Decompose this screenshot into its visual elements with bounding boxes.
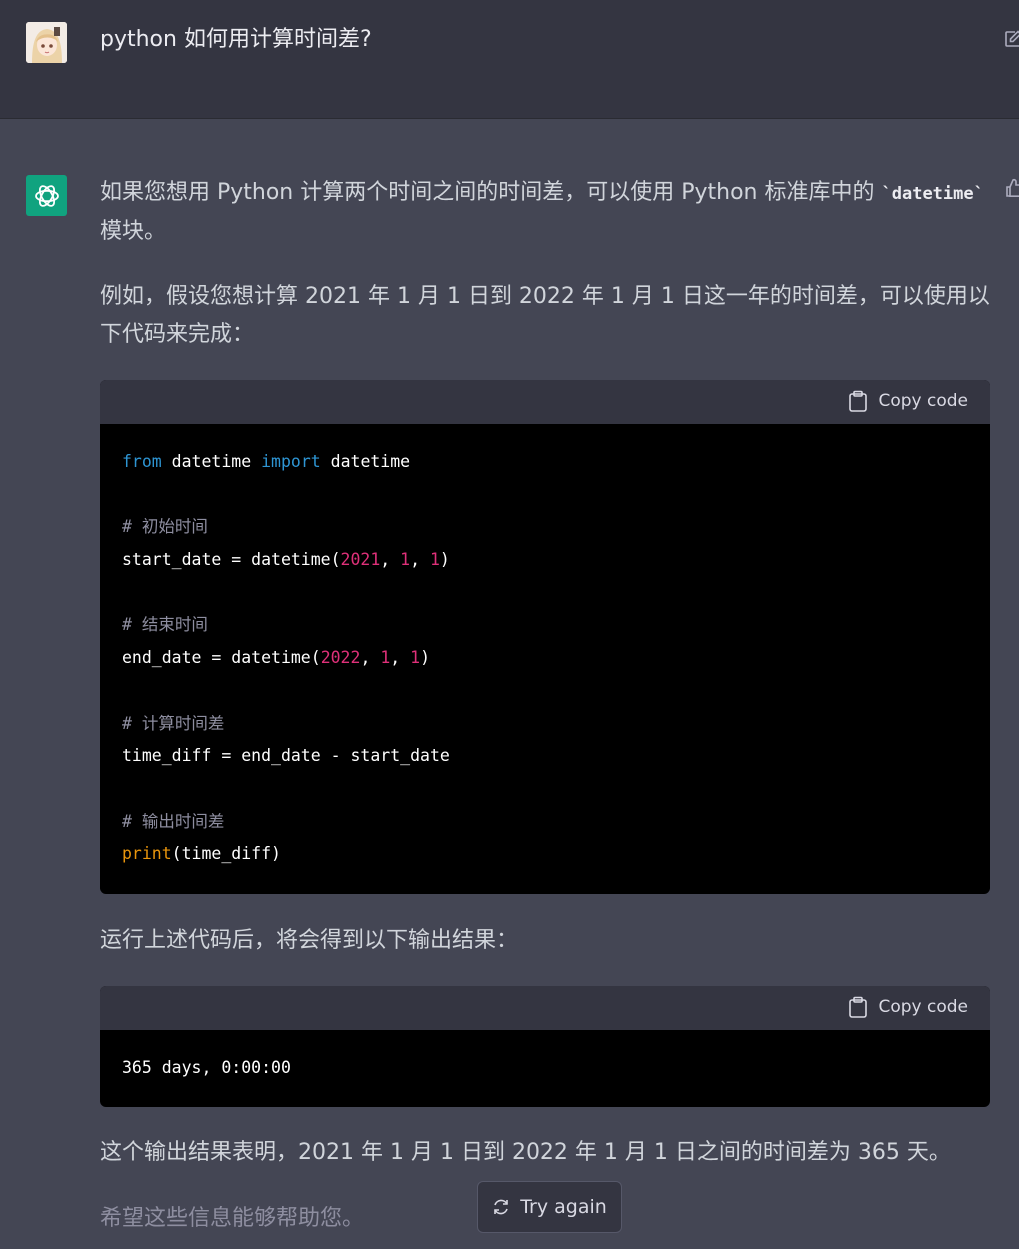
answer-output-intro: 运行上述代码后，将会得到以下输出结果： — [100, 928, 519, 953]
code-comment: # 计算时间差 — [122, 713, 225, 733]
code-block-python: Copy code from datetime import datetime … — [100, 380, 990, 894]
code-block-header: Copy code — [100, 380, 990, 424]
copy-code-button[interactable]: Copy code — [848, 996, 968, 1018]
try-again-button[interactable]: Try again — [477, 1181, 622, 1233]
thumbs-up-icon[interactable] — [1005, 178, 1019, 198]
chatgpt-logo-icon — [26, 175, 67, 216]
code-comment: # 结束时间 — [122, 615, 208, 635]
try-again-label: Try again — [520, 1196, 607, 1218]
user-message-row: python 如何用计算时间差? — [0, 0, 1019, 119]
clipboard-icon — [849, 390, 868, 412]
code-line: end_date = datetime(2022, 1, 1) — [122, 648, 430, 668]
refresh-icon — [494, 1199, 509, 1215]
code-body: from datetime import datetime # 初始时间 sta… — [100, 424, 990, 871]
answer-conclusion: 这个输出结果表明，2021 年 1 月 1 日到 2022 年 1 月 1 日之… — [100, 1140, 951, 1165]
answer-intro: 如果您想用 Python 计算两个时间之间的时间差，可以使用 Python 标准… — [100, 174, 990, 251]
code-block-header: Copy code — [100, 986, 990, 1030]
inline-code-datetime: `datetime` — [881, 184, 984, 204]
code-line: start_date = datetime(2021, 1, 1) — [122, 550, 450, 570]
copy-code-button[interactable]: Copy code — [848, 390, 968, 412]
code-line: time_diff = end_date - start_date — [122, 746, 450, 766]
answer-intro-text: 如果您想用 Python 计算两个时间之间的时间差，可以使用 Python 标准… — [100, 180, 882, 205]
answer-example-text: 例如，假设您想计算 2021 年 1 月 1 日到 2022 年 1 月 1 日… — [100, 284, 990, 347]
code-comment: # 初始时间 — [122, 517, 208, 537]
user-question: python 如何用计算时间差? — [100, 27, 372, 52]
copy-code-label: Copy code — [878, 997, 968, 1017]
answer-intro-text-end: 模块。 — [100, 219, 167, 244]
code-output-line: 365 days, 0:00:00 — [122, 1058, 291, 1077]
clipboard-icon — [849, 996, 868, 1018]
code-body: 365 days, 0:00:00 — [100, 1030, 990, 1085]
code-comment: # 输出时间差 — [122, 811, 225, 831]
assistant-message-row: 如果您想用 Python 计算两个时间之间的时间差，可以使用 Python 标准… — [0, 120, 1019, 1249]
code-line: from datetime import datetime — [122, 452, 411, 471]
code-block-output: Copy code 365 days, 0:00:00 — [100, 986, 990, 1107]
user-avatar — [26, 22, 67, 63]
anime-avatar-image — [26, 22, 67, 63]
copy-code-label: Copy code — [878, 391, 968, 411]
code-line: print(time_diff) — [122, 844, 281, 864]
edit-icon[interactable] — [1004, 30, 1019, 48]
